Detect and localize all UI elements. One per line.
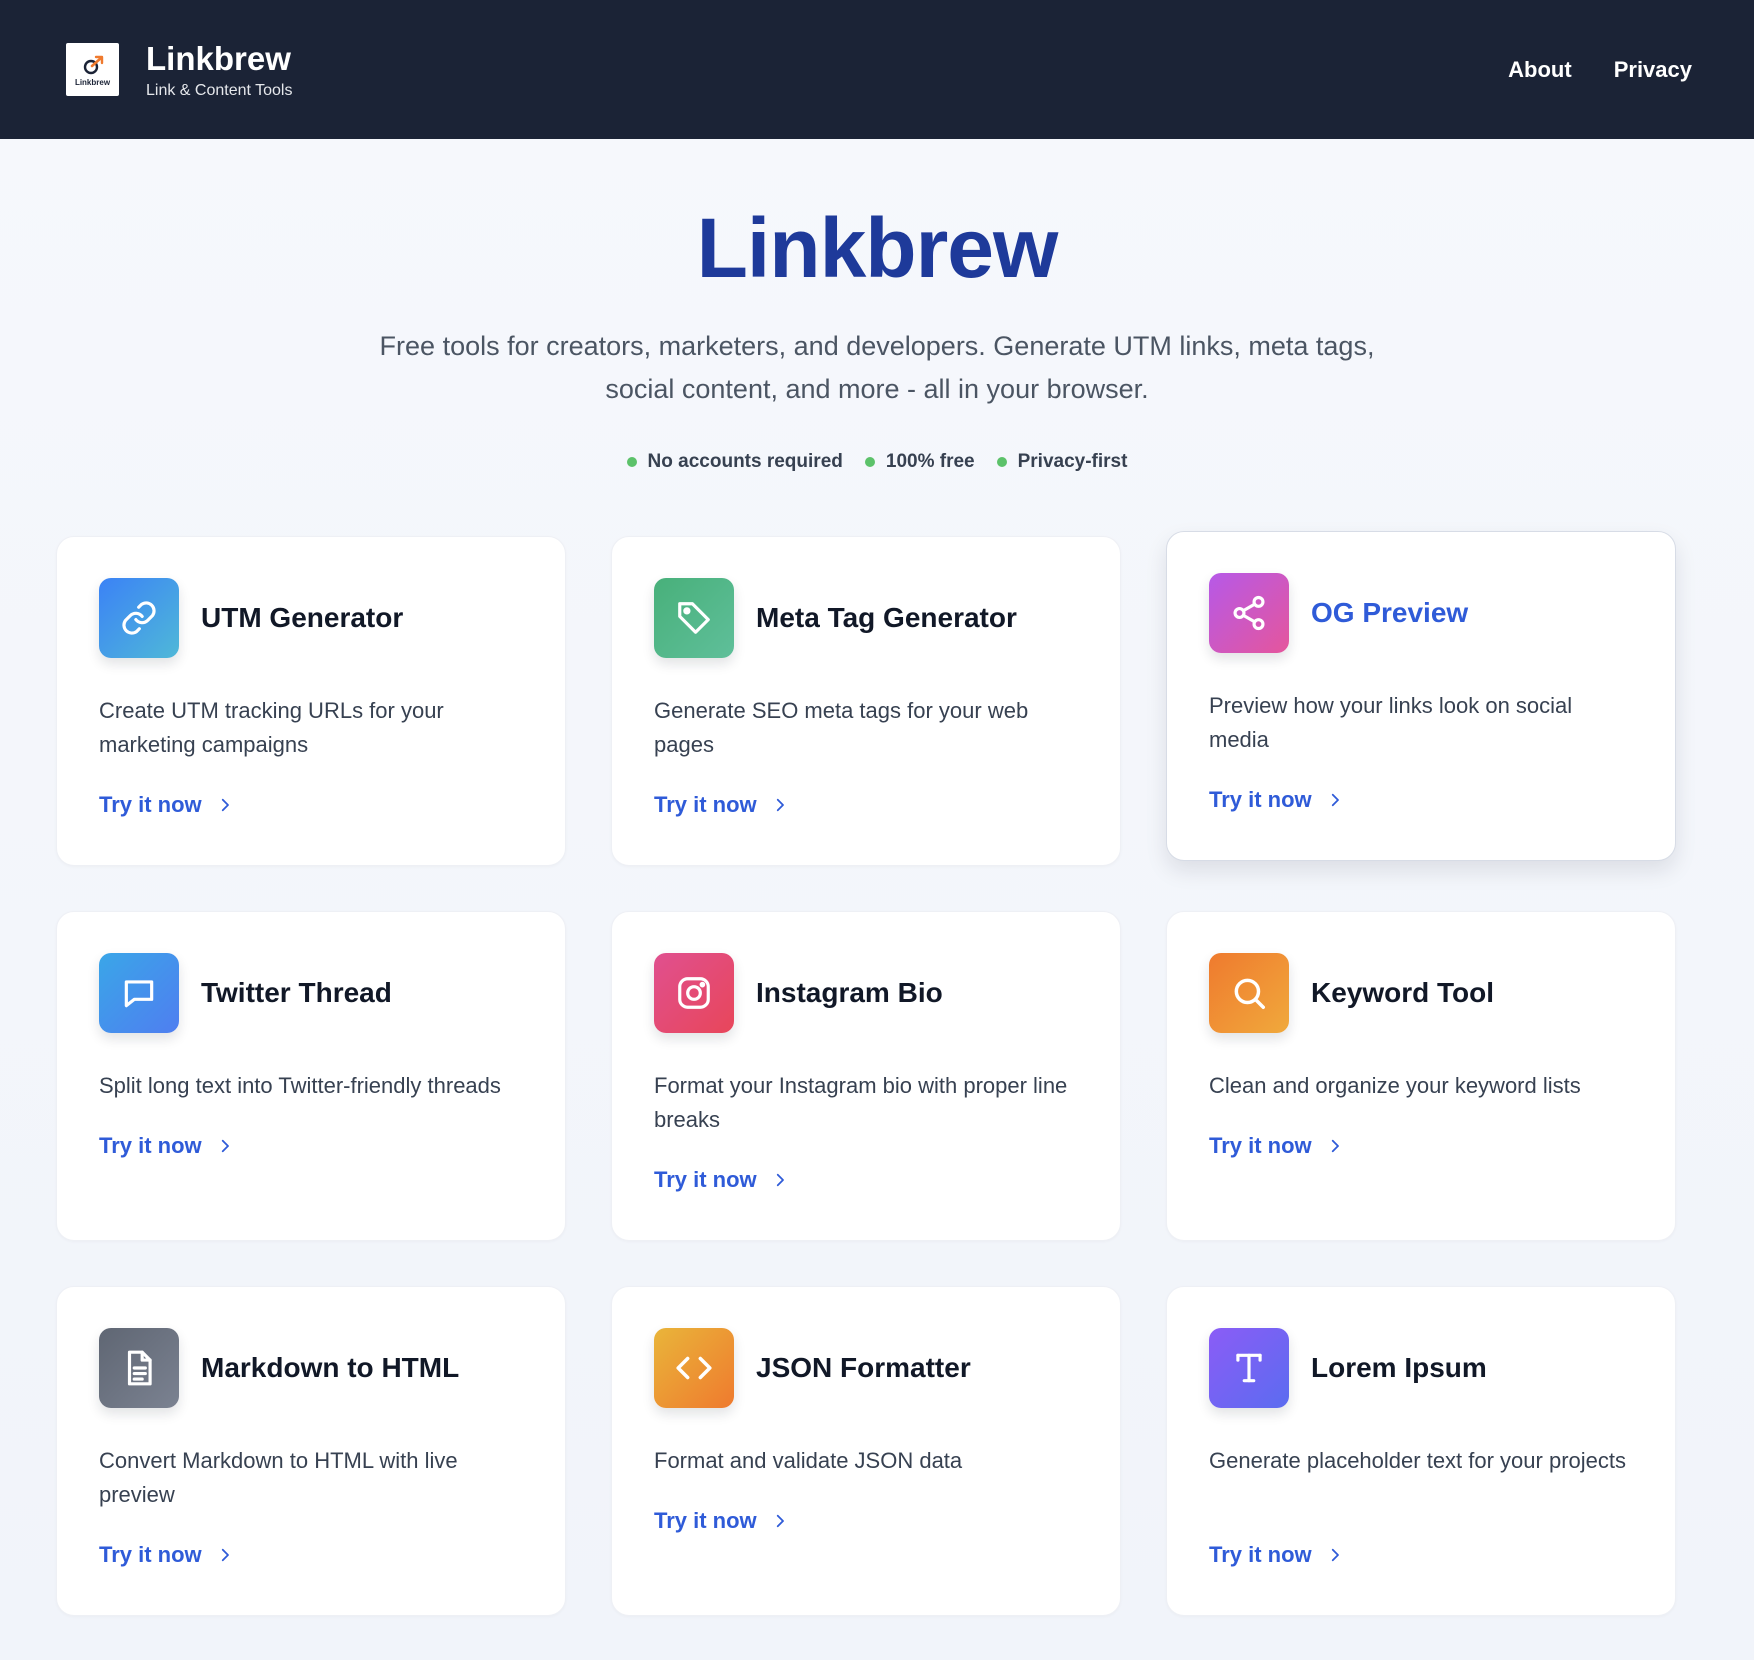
instagram-icon xyxy=(678,977,710,1009)
nav-link-about[interactable]: About xyxy=(1508,57,1572,83)
try-it-now-link[interactable]: Try it now xyxy=(1209,1133,1633,1159)
tool-title: Keyword Tool xyxy=(1311,977,1495,1008)
hero-section: Linkbrew Free tools for creators, market… xyxy=(0,139,1754,473)
tool-description: Format your Instagram bio with proper li… xyxy=(654,1073,1068,1132)
badge-free: 100% free xyxy=(864,451,975,473)
tool-icon-tile xyxy=(654,953,734,1033)
tool-icon-tile xyxy=(1209,573,1289,653)
brand-name: Linkbrew xyxy=(146,39,291,77)
badge-label: Privacy-first xyxy=(1017,451,1128,472)
tool-icon-tile xyxy=(99,953,179,1033)
chevron-right-icon xyxy=(776,1173,784,1187)
green-dot-icon xyxy=(626,457,637,467)
try-it-now-label: Try it now xyxy=(1209,1133,1312,1158)
try-it-now-label: Try it now xyxy=(99,792,202,817)
tool-description: Format and validate JSON data xyxy=(654,1448,963,1473)
tool-description: Create UTM tracking URLs for your market… xyxy=(99,698,444,757)
try-it-now-label: Try it now xyxy=(654,1167,757,1192)
badge-privacy-first: Privacy-first xyxy=(996,451,1128,473)
chevron-right-icon xyxy=(1331,1548,1339,1562)
try-it-now-label: Try it now xyxy=(1209,1542,1312,1567)
tool-icon-tile xyxy=(1209,953,1289,1033)
tool-title: OG Preview xyxy=(1311,597,1469,628)
try-it-now-label: Try it now xyxy=(654,1508,757,1533)
tool-card-twitter-thread[interactable]: Twitter Thread Split long text into Twit… xyxy=(56,911,566,1241)
tool-icon-tile xyxy=(1209,1328,1289,1408)
try-it-now-label: Try it now xyxy=(99,1542,202,1567)
chevron-right-icon xyxy=(221,798,229,812)
brand-tagline: Link & Content Tools xyxy=(146,81,293,99)
feature-badges: No accounts required 100% free Privacy-f… xyxy=(0,451,1754,473)
hero-title: Linkbrew xyxy=(696,201,1059,295)
tool-title: Markdown to HTML xyxy=(201,1352,460,1383)
logo-mark-icon xyxy=(83,55,103,74)
chevron-right-icon xyxy=(776,798,784,812)
tool-title: Instagram Bio xyxy=(756,977,943,1008)
tool-icon-tile xyxy=(99,578,179,658)
tool-card-meta-tag-generator[interactable]: Meta Tag Generator Generate SEO meta tag… xyxy=(611,536,1121,866)
tool-description: Preview how your links look on social me… xyxy=(1209,693,1573,752)
logo-wordmark: Linkbrew xyxy=(74,77,111,87)
chevron-right-icon xyxy=(776,1514,784,1528)
share-icon xyxy=(1233,595,1265,631)
link-icon xyxy=(122,601,156,635)
chevron-right-icon xyxy=(1331,1139,1339,1153)
tool-description: Generate placeholder text for your proje… xyxy=(1209,1448,1627,1473)
tool-icon-tile xyxy=(99,1328,179,1408)
try-it-now-link[interactable]: Try it now xyxy=(654,1167,1078,1193)
text-icon xyxy=(1236,1353,1262,1383)
try-it-now-link[interactable]: Try it now xyxy=(99,1542,523,1568)
tool-description: Clean and organize your keyword lists xyxy=(1209,1073,1581,1098)
try-it-now-link[interactable]: Try it now xyxy=(1209,787,1633,813)
brand-home-link[interactable]: Linkbrew Linkbrew Link & Content Tools xyxy=(66,40,292,100)
nav-link-privacy[interactable]: Privacy xyxy=(1614,57,1692,83)
tool-icon-tile xyxy=(654,1328,734,1408)
tool-description: Generate SEO meta tags for your web page… xyxy=(654,698,1029,757)
tool-card-lorem-ipsum[interactable]: Lorem Ipsum Generate placeholder text fo… xyxy=(1166,1286,1676,1616)
try-it-now-link[interactable]: Try it now xyxy=(654,1508,1078,1534)
tool-description: Convert Markdown to HTML with live previ… xyxy=(99,1448,458,1507)
try-it-now-link[interactable]: Try it now xyxy=(99,1133,523,1159)
try-it-now-label: Try it now xyxy=(99,1133,202,1158)
try-it-now-label: Try it now xyxy=(654,792,757,817)
tool-card-json-formatter[interactable]: JSON Formatter Format and validate JSON … xyxy=(611,1286,1121,1616)
green-dot-icon xyxy=(864,457,875,467)
tool-title: UTM Generator xyxy=(201,602,404,633)
try-it-now-label: Try it now xyxy=(1209,787,1312,812)
tool-card-utm-generator[interactable]: UTM Generator Create UTM tracking URLs f… xyxy=(56,536,566,866)
try-it-now-link[interactable]: Try it now xyxy=(1209,1542,1633,1568)
document-icon xyxy=(127,1350,152,1386)
tool-description: Split long text into Twitter-friendly th… xyxy=(99,1073,501,1098)
brand-logo: Linkbrew xyxy=(66,43,119,96)
code-icon xyxy=(676,1356,712,1380)
tool-icon-tile xyxy=(654,578,734,658)
badge-no-accounts: No accounts required xyxy=(626,451,843,473)
badge-label: 100% free xyxy=(885,451,975,472)
tool-title: JSON Formatter xyxy=(756,1352,971,1383)
tool-card-keyword-tool[interactable]: Keyword Tool Clean and organize your key… xyxy=(1166,911,1676,1241)
top-navigation-bar: Linkbrew Linkbrew Link & Content Tools A… xyxy=(0,0,1754,139)
tool-card-og-preview[interactable]: OG Preview Preview how your links look o… xyxy=(1166,531,1676,861)
green-dot-icon xyxy=(996,457,1007,467)
chevron-right-icon xyxy=(221,1548,229,1562)
message-icon xyxy=(124,980,154,1008)
tool-card-markdown-to-html[interactable]: Markdown to HTML Convert Markdown to HTM… xyxy=(56,1286,566,1616)
chevron-right-icon xyxy=(221,1139,229,1153)
badge-label: No accounts required xyxy=(647,451,843,472)
main-nav: About Privacy xyxy=(1508,57,1692,83)
tool-title: Lorem Ipsum xyxy=(1311,1352,1487,1383)
try-it-now-link[interactable]: Try it now xyxy=(654,792,1078,818)
tool-title: Twitter Thread xyxy=(201,977,392,1008)
tools-grid: UTM Generator Create UTM tracking URLs f… xyxy=(56,531,1677,1616)
tool-title: Meta Tag Generator xyxy=(756,602,1017,633)
search-icon xyxy=(1234,978,1265,1009)
tag-icon xyxy=(678,602,710,634)
try-it-now-link[interactable]: Try it now xyxy=(99,792,523,818)
hero-subtitle: Free tools for creators, marketers, and … xyxy=(379,331,1375,404)
tool-card-instagram-bio[interactable]: Instagram Bio Format your Instagram bio … xyxy=(611,911,1121,1241)
chevron-right-icon xyxy=(1331,793,1339,807)
